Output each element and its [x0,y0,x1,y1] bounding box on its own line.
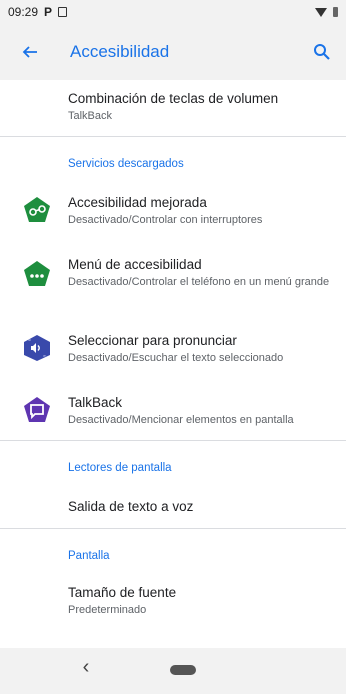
nav-back-button[interactable]: ‹ [76,656,96,679]
item-title: Salida de texto a voz [68,499,194,514]
item-title: Combinación de teclas de volumen [68,91,279,106]
nav-home-button[interactable] [170,665,196,675]
item-title: TalkBack [68,395,123,410]
section-header-display: Pantalla [68,550,110,562]
text-to-speech-item[interactable]: Salida de texto a voz [0,484,346,528]
item-subtitle: TalkBack [68,110,113,122]
divider [0,528,346,529]
arrow-left-icon [22,46,37,58]
back-button[interactable] [0,24,60,80]
divider [0,136,346,137]
select-to-speak-item[interactable]: Seleccionar para pronunciar Desactivado/… [0,320,346,376]
accessibility-menu-icon [23,260,51,288]
item-subtitle: Desactivado/Controlar el teléfono en un … [68,276,330,288]
screenshot-notification-icon [58,7,68,17]
settings-list[interactable]: Combinación de teclas de volumen TalkBac… [0,80,346,648]
item-title: Menú de accesibilidad [68,257,202,272]
volume-key-shortcut-item[interactable]: Combinación de teclas de volumen TalkBac… [0,80,346,136]
item-subtitle: Desactivado/Controlar con interruptores [68,214,263,226]
item-title: Seleccionar para pronunciar [68,333,237,348]
section-header-downloaded-services: Servicios descargados [68,158,184,170]
battery-icon [333,7,338,17]
item-subtitle: Desactivado/Escuchar el texto selecciona… [68,352,284,364]
divider [0,440,346,441]
item-subtitle: Predeterminado [68,604,147,616]
app-bar: Accesibilidad [0,24,346,80]
status-bar: 09:29 P [0,0,346,24]
section-header-screen-readers: Lectores de pantalla [68,462,172,474]
accessibility-menu-item[interactable]: Menú de accesibilidad Desactivado/Contro… [0,246,346,310]
select-to-speak-icon [23,334,51,362]
font-size-item[interactable]: Tamaño de fuente Predeterminado [0,574,346,626]
item-title: Accesibilidad mejorada [68,195,207,210]
search-icon [314,44,330,60]
switch-access-icon [23,196,51,224]
status-time: 09:29 [8,5,39,19]
search-button[interactable] [298,24,346,80]
navigation-bar: ‹ [0,648,346,694]
wifi-icon [315,7,327,17]
parking-notification-icon: P [44,5,53,19]
talkback-item[interactable]: TalkBack Desactivado/Mencionar elementos… [0,382,346,438]
page-title: Accesibilidad [70,42,170,61]
item-title: Tamaño de fuente [68,585,177,600]
talkback-icon [23,396,51,424]
item-subtitle: Desactivado/Mencionar elementos en panta… [68,414,294,426]
switch-access-item[interactable]: Accesibilidad mejorada Desactivado/Contr… [0,182,346,238]
